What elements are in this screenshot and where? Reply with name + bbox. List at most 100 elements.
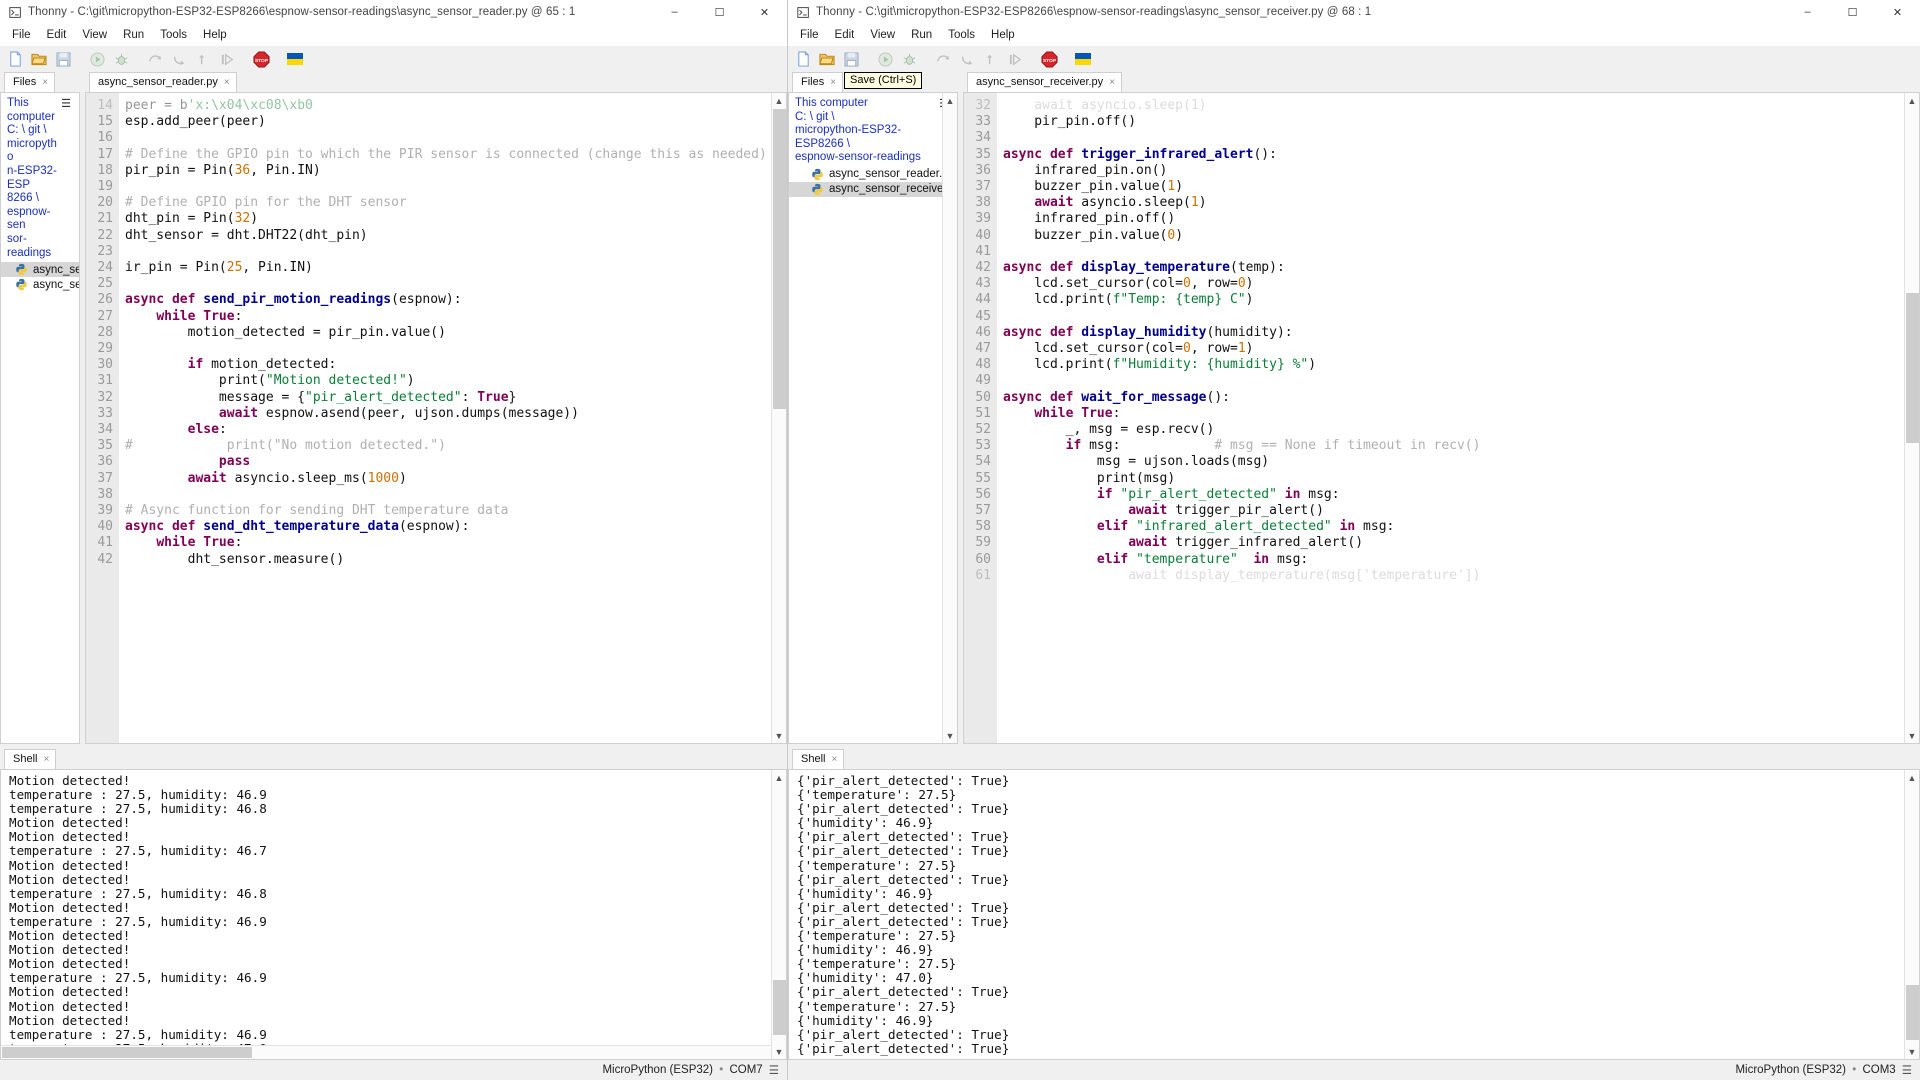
ukraine-flag-icon[interactable] — [1072, 48, 1094, 70]
left-files-path[interactable]: This computer C: \ git \ micropytho n-ES… — [7, 97, 61, 260]
close-icon[interactable]: × — [1109, 77, 1115, 88]
right-files-vscrollbar[interactable]: ▲ ▼ — [942, 93, 957, 743]
menu-help[interactable]: Help — [195, 27, 235, 43]
code-line[interactable]: await asyncio.sleep(1) — [1003, 98, 1919, 114]
open-file-icon[interactable] — [28, 48, 50, 70]
code-line[interactable]: async def wait_for_message(): — [1003, 390, 1919, 406]
run-icon[interactable] — [874, 48, 896, 70]
code-line[interactable]: message = {"pir_alert_detected": True} — [125, 390, 786, 406]
save-icon[interactable] — [840, 48, 862, 70]
code-line[interactable]: if motion_detected: — [125, 357, 786, 373]
step-into-icon[interactable] — [956, 48, 978, 70]
code-line[interactable] — [125, 244, 786, 260]
open-file-icon[interactable] — [816, 48, 838, 70]
code-line[interactable]: lcd.print(f"Humidity: {humidity} %") — [1003, 357, 1919, 373]
left-shell-vscrollbar[interactable]: ▲ ▼ — [771, 770, 786, 1059]
menu-help[interactable]: Help — [983, 27, 1023, 43]
code-line[interactable]: dht_sensor.measure() — [125, 552, 786, 568]
tab-shell[interactable]: Shell × — [4, 749, 57, 769]
file-item-receiver[interactable]: async_se — [1, 277, 79, 292]
ukraine-flag-icon[interactable] — [284, 48, 306, 70]
step-over-icon[interactable] — [144, 48, 166, 70]
maximize-button[interactable]: ☐ — [1830, 0, 1875, 24]
scroll-down-icon[interactable]: ▼ — [1905, 728, 1919, 743]
code-line[interactable]: elif "temperature" in msg: — [1003, 552, 1919, 568]
code-line[interactable]: await trigger_infrared_alert() — [1003, 535, 1919, 551]
menu-edit[interactable]: Edit — [39, 27, 75, 43]
close-icon[interactable]: × — [830, 77, 836, 88]
code-line[interactable]: motion_detected = pir_pin.value() — [125, 325, 786, 341]
code-line[interactable]: if "pir_alert_detected" in msg: — [1003, 487, 1919, 503]
stop-icon[interactable]: STOP — [250, 48, 272, 70]
resume-icon[interactable] — [1004, 48, 1026, 70]
code-line[interactable]: print(msg) — [1003, 471, 1919, 487]
code-line[interactable]: lcd.print(f"Temp: {temp} C") — [1003, 292, 1919, 308]
menu-run[interactable]: Run — [115, 27, 152, 43]
code-line[interactable]: print("Motion detected!") — [125, 373, 786, 389]
tab-shell[interactable]: Shell × — [792, 749, 845, 769]
scroll-up-icon[interactable]: ▲ — [772, 770, 786, 785]
new-file-icon[interactable] — [792, 48, 814, 70]
right-shell-body[interactable]: {'pir_alert_detected': True} {'temperatur… — [788, 769, 1920, 1060]
code-line[interactable]: # Define GPIO pin for the DHT sensor — [125, 195, 786, 211]
code-line[interactable]: await espnow.asend(peer, ujson.dumps(mes… — [125, 406, 786, 422]
stop-icon[interactable]: STOP — [1038, 48, 1060, 70]
left-editor-vscrollbar[interactable]: ▲ ▼ — [771, 93, 786, 743]
scroll-down-icon[interactable]: ▼ — [772, 728, 786, 743]
menu-run[interactable]: Run — [903, 27, 940, 43]
code-line[interactable]: infrared_pin.on() — [1003, 163, 1919, 179]
close-icon[interactable]: × — [42, 77, 48, 88]
code-line[interactable] — [125, 341, 786, 357]
status-menu-icon[interactable]: ☰ — [769, 1063, 787, 1077]
code-line[interactable] — [125, 276, 786, 292]
code-line[interactable]: await trigger_pir_alert() — [1003, 503, 1919, 519]
left-code-text[interactable]: peer = b'x:\x04\xc08\xb0 esp.add_peer(pee… — [119, 93, 786, 743]
code-line[interactable]: # Async function for sending DHT tempera… — [125, 503, 786, 519]
save-icon[interactable] — [52, 48, 74, 70]
code-line[interactable] — [1003, 309, 1919, 325]
code-line[interactable]: _, msg = esp.recv() — [1003, 422, 1919, 438]
tab-async-sensor-receiver[interactable]: async_sensor_receiver.py × — [967, 72, 1123, 92]
code-line[interactable]: msg = ujson.loads(msg) — [1003, 454, 1919, 470]
menu-view[interactable]: View — [74, 27, 115, 43]
code-line[interactable]: if msg: # msg == None if timeout in recv… — [1003, 438, 1919, 454]
code-line[interactable]: esp.add_peer(peer) — [125, 114, 786, 130]
code-line[interactable]: while True: — [125, 309, 786, 325]
close-icon[interactable]: × — [224, 77, 230, 88]
code-line[interactable]: async def trigger_infrared_alert(): — [1003, 147, 1919, 163]
code-line[interactable]: await display_temperature(msg['temperatu… — [1003, 568, 1919, 584]
right-editor-body[interactable]: 32 33 34 35 36 37 38 39 40 41 42 43 44 45 46 47 48 49 50 51… — [963, 92, 1920, 744]
file-item-receiver[interactable]: async_sensor_receiver.py — [789, 181, 957, 197]
tab-files[interactable]: Files × — [4, 72, 56, 92]
code-line[interactable]: buzzer_pin.value(1) — [1003, 179, 1919, 195]
left-interpreter-status[interactable]: MicroPython (ESP32) • COM7 — [602, 1064, 768, 1076]
code-line[interactable] — [125, 487, 786, 503]
debug-icon[interactable] — [898, 48, 920, 70]
scroll-up-icon[interactable]: ▲ — [1905, 93, 1919, 108]
code-line[interactable]: pass — [125, 454, 786, 470]
code-line[interactable]: pir_pin = Pin(36, Pin.IN) — [125, 163, 786, 179]
code-line[interactable]: else: — [125, 422, 786, 438]
close-button[interactable]: ✕ — [742, 0, 787, 24]
debug-icon[interactable] — [110, 48, 132, 70]
tab-files[interactable]: Files × — [792, 72, 844, 92]
hamburger-icon[interactable]: ☰ — [61, 97, 77, 260]
minimize-button[interactable]: – — [1785, 0, 1830, 24]
step-into-icon[interactable] — [168, 48, 190, 70]
code-line[interactable]: async def send_pir_motion_readings(espno… — [125, 292, 786, 308]
code-line[interactable]: await asyncio.sleep_ms(1000) — [125, 471, 786, 487]
code-line[interactable]: infrared_pin.off() — [1003, 211, 1919, 227]
menu-edit[interactable]: Edit — [827, 27, 863, 43]
right-files-path[interactable]: This computer C: \ git \ micropython-ESP… — [795, 97, 939, 165]
right-code-text[interactable]: await asyncio.sleep(1) pir_pin.off() asy… — [997, 93, 1919, 743]
file-item-reader[interactable]: async_sensor_reader.py — [789, 167, 957, 182]
right-files-body[interactable]: This computer C: \ git \ micropython-ESP… — [788, 92, 958, 744]
close-button[interactable]: ✕ — [1875, 0, 1920, 24]
menu-file[interactable]: File — [4, 27, 39, 43]
code-line[interactable]: elif "infrared_alert_detected" in msg: — [1003, 519, 1919, 535]
scroll-up-icon[interactable]: ▲ — [943, 93, 957, 108]
code-line[interactable] — [1003, 373, 1919, 389]
scroll-down-icon[interactable]: ▼ — [943, 728, 957, 743]
code-line[interactable]: lcd.set_cursor(col=0, row=0) — [1003, 276, 1919, 292]
left-editor-body[interactable]: 14 15 16 17 18 19 20 21 22 23 24 25 26 27 28 29 30 31 32 33… — [85, 92, 787, 744]
